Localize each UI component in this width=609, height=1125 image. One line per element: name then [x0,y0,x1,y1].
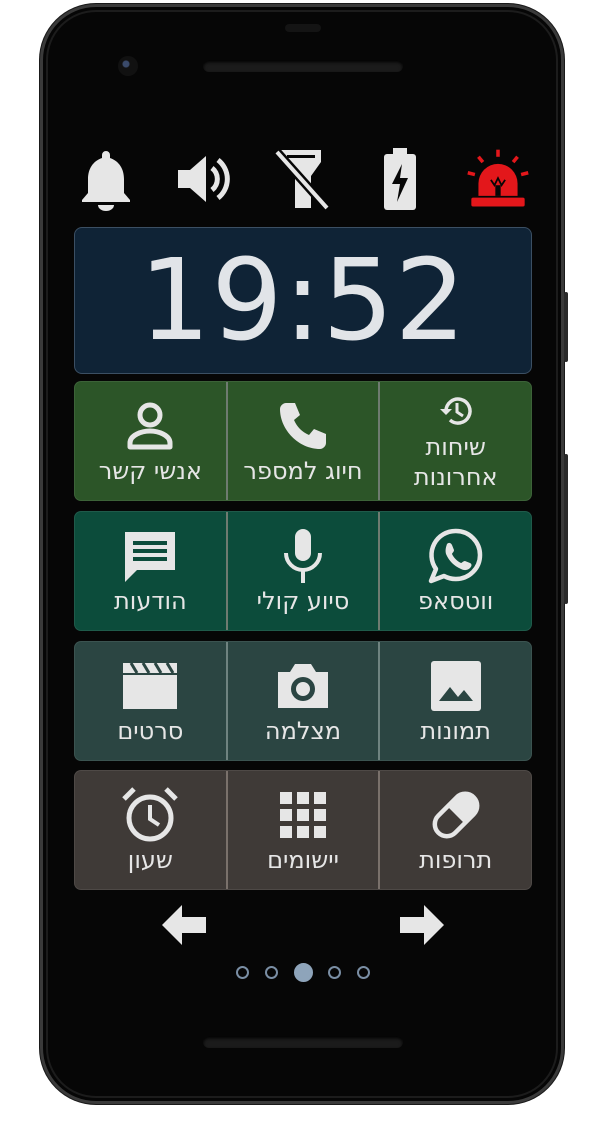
tile-row-communication: אנשי קשר חיוג למספר שיחות אחרונות [74,381,532,501]
tile-camera-label: מצלמה [264,717,342,745]
tile-voice-assistant[interactable]: סיוע קולי [225,512,379,630]
person-icon [127,402,173,450]
tile-contacts[interactable]: אנשי קשר [75,382,226,500]
clock-time: 19:52 [139,235,467,366]
page-dot-2[interactable] [264,965,278,979]
whatsapp-icon [428,528,482,584]
power-button [564,292,568,362]
front-camera [118,56,138,76]
tile-movies-label: סרטים [117,717,184,745]
tile-row-media: סרטים מצלמה תמונות [74,641,532,761]
earpiece-speaker [203,60,403,72]
tile-apps-label: יישומים [267,846,339,874]
tile-row-messaging: הודעות סיוע קולי ווטסאפ [74,511,532,631]
tile-clock[interactable]: שעון [75,771,226,889]
page-indicator [236,962,370,982]
status-bar [74,140,530,218]
tile-camera[interactable]: מצלמה [225,642,379,760]
camera-icon [278,664,328,708]
microphone-icon [284,529,322,583]
apps-grid-icon [280,792,326,838]
page-dot-3[interactable] [293,962,313,982]
alarm-clock-icon [122,787,179,842]
tile-contacts-label: אנשי קשר [98,457,202,485]
bell-icon[interactable] [74,143,138,215]
battery-charging-icon [368,143,432,215]
flashlight-off-icon[interactable] [270,143,334,215]
tile-recent-calls-label-line1: שיחות [425,433,486,461]
tile-photos-label: תמונות [420,717,491,745]
tile-dial-number-label: חיוג למספר [243,457,363,485]
image-icon [430,661,481,711]
arrow-right-icon [400,905,444,945]
clock-display[interactable]: 19:52 [74,227,532,374]
tile-medications[interactable]: תרופות [378,771,531,889]
volume-rocker [564,454,568,604]
tile-recent-calls[interactable]: שיחות אחרונות [378,382,531,500]
bottom-speaker [203,1036,403,1048]
tile-row-tools: שעון יישומים תרופות [74,770,532,890]
page-dot-1[interactable] [236,965,249,979]
tile-whatsapp[interactable]: ווטסאפ [378,512,531,630]
pill-icon [432,791,480,839]
tile-dial-number[interactable]: חיוג למספר [225,382,379,500]
volume-icon[interactable] [172,143,236,215]
arrow-left-icon [162,905,206,945]
history-icon [439,397,472,425]
tile-messages-label: הודעות [114,587,187,615]
tile-photos[interactable]: תמונות [378,642,531,760]
tile-recent-calls-label-line2: אחרונות [413,463,498,491]
tile-apps[interactable]: יישומים [225,771,379,889]
emergency-siren-icon[interactable] [466,143,530,215]
page-dot-5[interactable] [357,965,370,979]
phone-icon [280,403,326,449]
page-dot-4[interactable] [328,965,342,979]
tile-voice-assistant-label: סיוע קולי [256,587,350,615]
tile-medications-label: תרופות [419,846,493,874]
tile-messages[interactable]: הודעות [75,512,226,630]
clapperboard-icon [123,662,178,709]
proximity-sensor [285,24,321,32]
tile-whatsapp-label: ווטסאפ [418,587,494,615]
tile-movies[interactable]: סרטים [75,642,226,760]
message-icon [125,532,176,582]
prev-page-button[interactable] [158,900,210,950]
tile-clock-label: שעון [127,846,173,874]
next-page-button[interactable] [396,900,448,950]
